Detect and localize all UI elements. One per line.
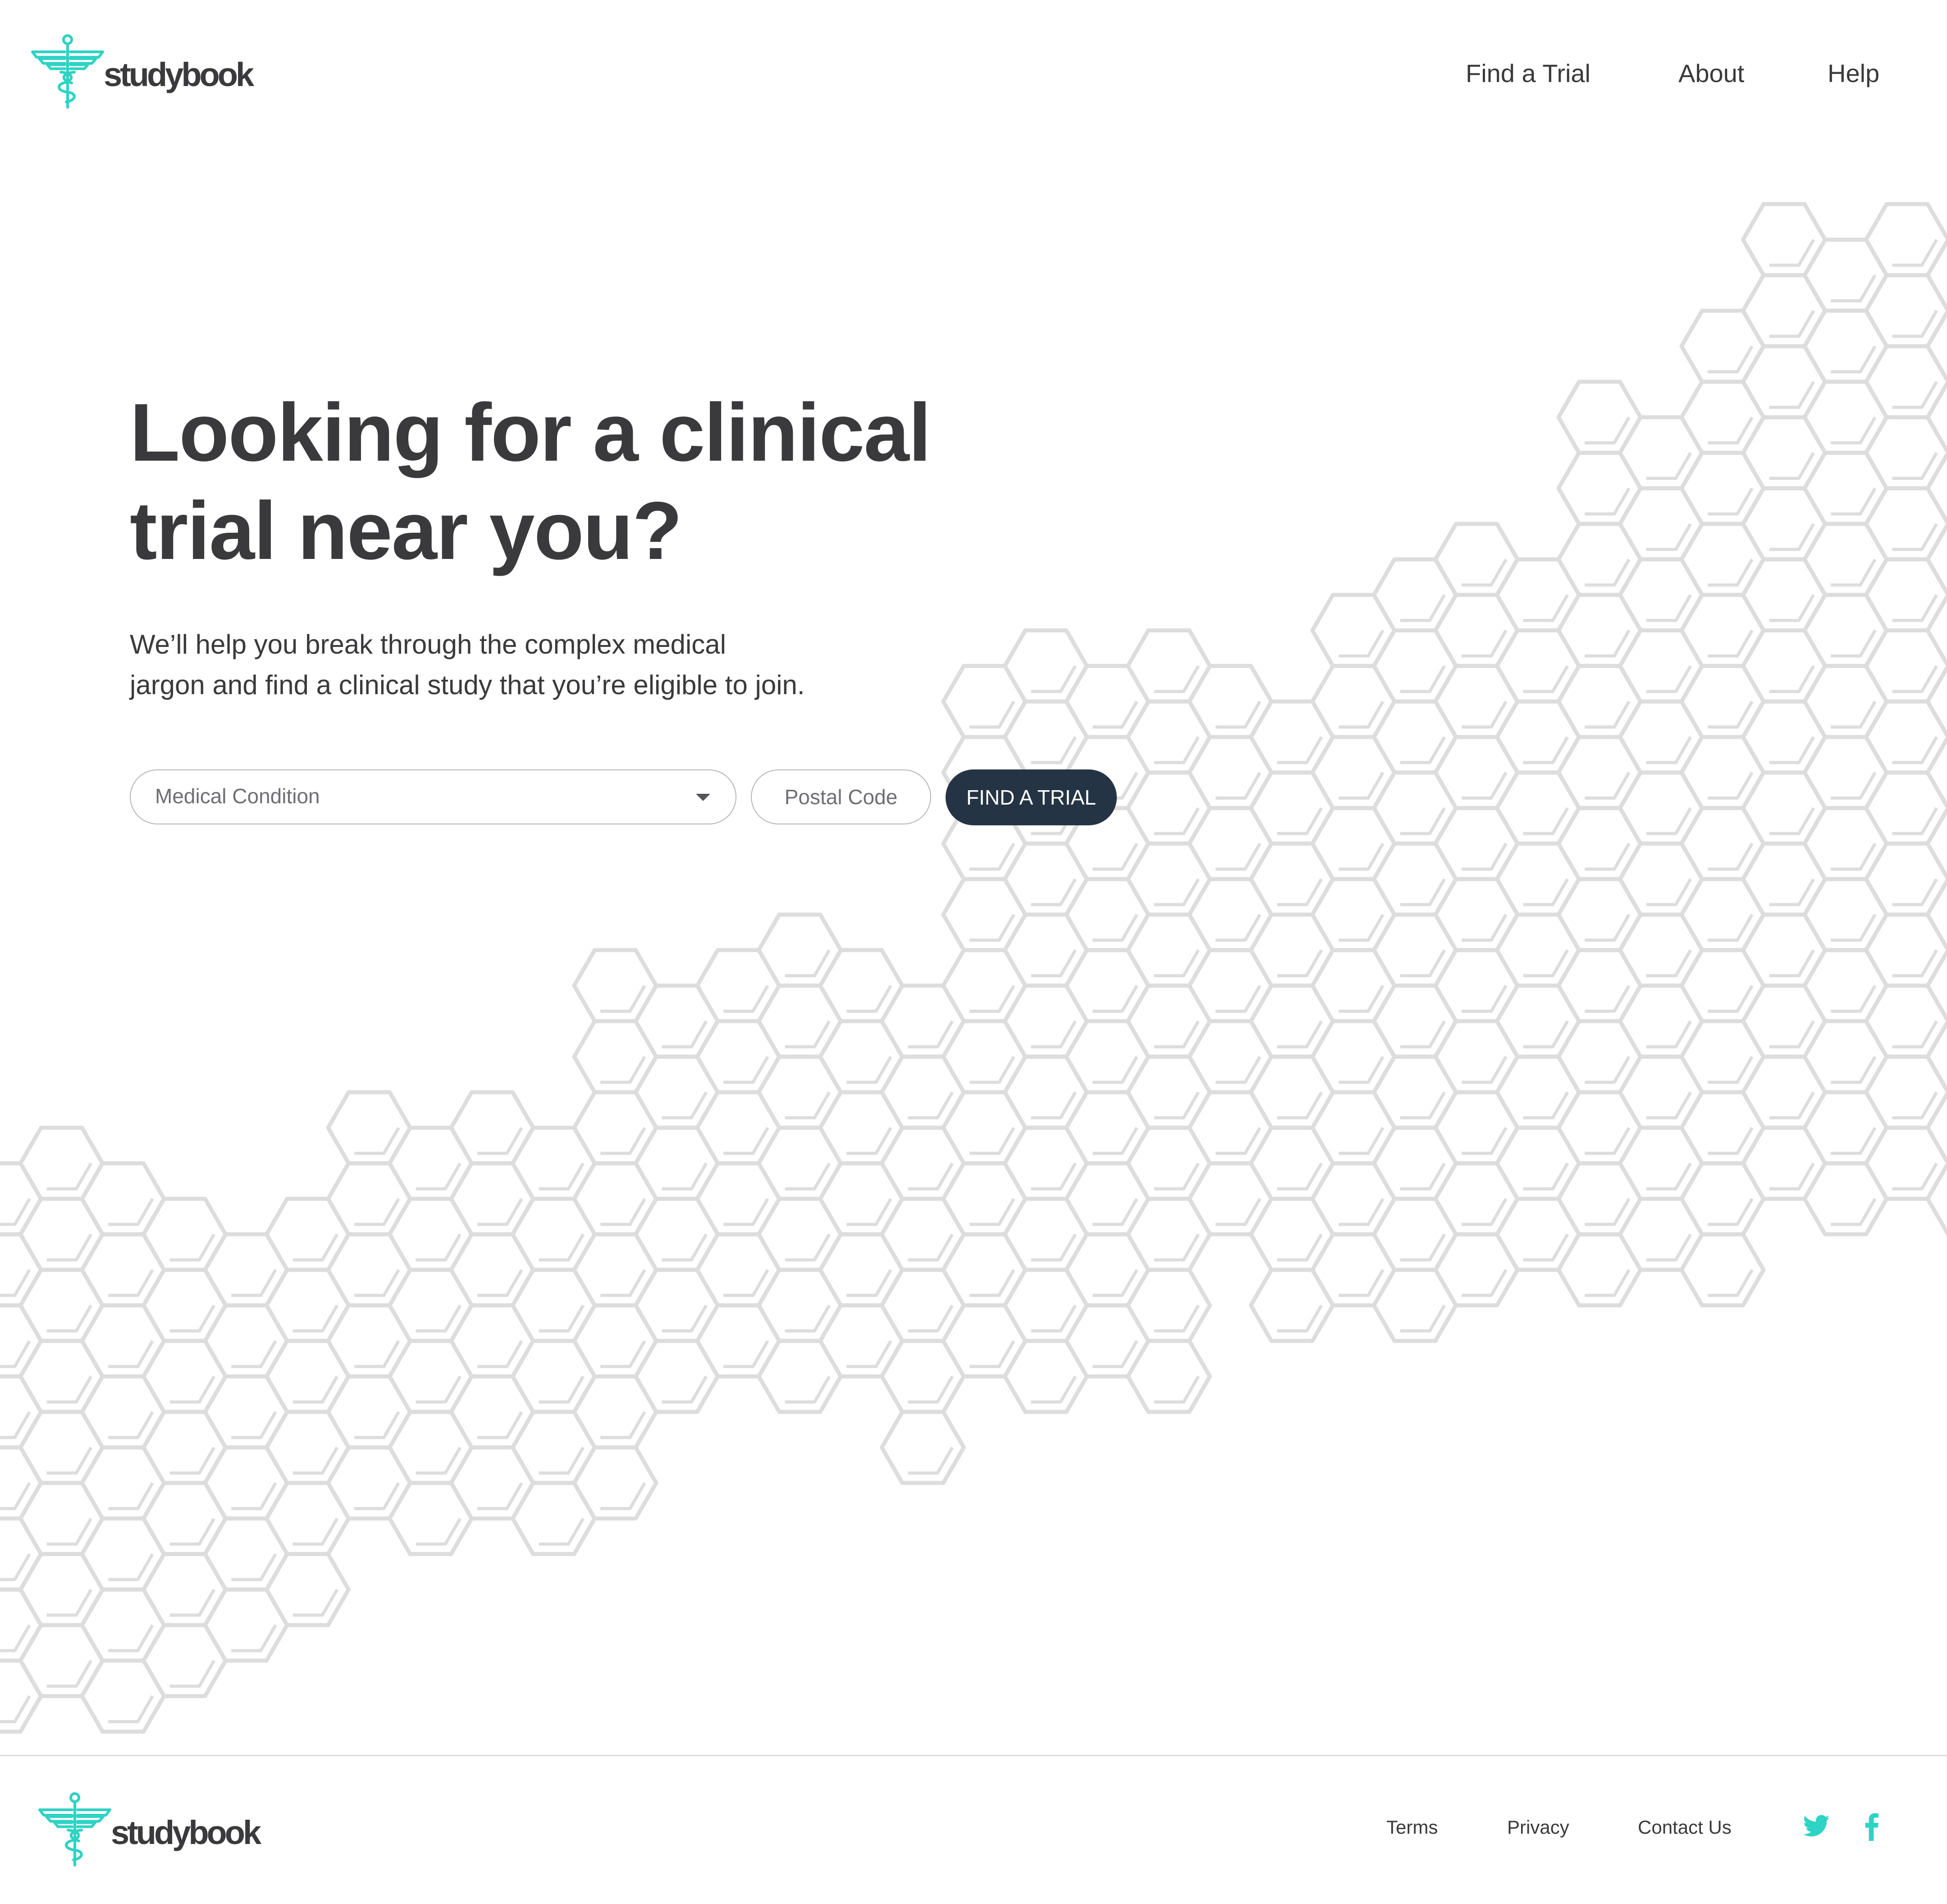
header-logo[interactable]: studybook xyxy=(27,32,254,113)
hero-subtitle-line-1: We’ll help you break through the complex… xyxy=(130,629,726,659)
facebook-icon[interactable] xyxy=(1862,1812,1880,1843)
postal-code-input[interactable] xyxy=(751,769,931,824)
footer-brand-name: studybook xyxy=(111,1813,261,1851)
hero-title-line-1: Looking for a clinical xyxy=(130,386,931,478)
medical-condition-select[interactable]: Medical Condition xyxy=(130,769,736,824)
nav-item-about[interactable]: About xyxy=(1678,59,1744,88)
twitter-icon[interactable] xyxy=(1802,1812,1831,1843)
hero-subtitle-line-2: jargon and find a clinical study that yo… xyxy=(130,670,805,700)
footer-navigation: Terms Privacy Contact Us xyxy=(1352,1817,1803,1844)
caduceus-icon xyxy=(31,34,104,109)
caret-down-icon xyxy=(696,794,710,801)
hero-subtitle: We’ll help you break through the complex… xyxy=(130,624,986,705)
brand-name: studybook xyxy=(104,55,254,93)
nav-item-find-a-trial[interactable]: Find a Trial xyxy=(1466,59,1591,88)
footer-link-terms[interactable]: Terms xyxy=(1386,1817,1438,1838)
find-a-trial-button[interactable]: FIND A TRIAL xyxy=(946,769,1117,825)
footer-logo[interactable]: studybook xyxy=(34,1790,261,1871)
footer-divider xyxy=(0,1755,1947,1756)
hero-title: Looking for a clinical trial near you? xyxy=(130,383,986,580)
main-navigation: Find a Trial About Help xyxy=(1442,59,1893,95)
footer-link-privacy[interactable]: Privacy xyxy=(1507,1817,1569,1838)
caduceus-icon xyxy=(38,1792,111,1867)
hexagon-background-pattern xyxy=(0,202,1947,1734)
hero-title-line-2: trial near you? xyxy=(130,485,682,577)
footer-link-contact-us[interactable]: Contact Us xyxy=(1638,1817,1732,1838)
medical-condition-placeholder: Medical Condition xyxy=(155,784,320,808)
nav-item-help[interactable]: Help xyxy=(1828,59,1879,88)
